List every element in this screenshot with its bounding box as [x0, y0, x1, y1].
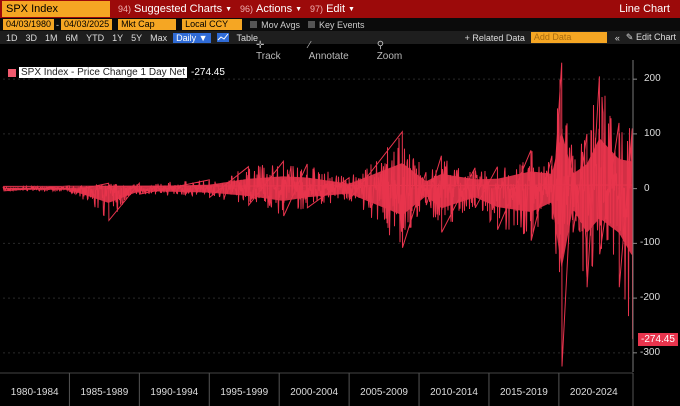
x-tick-label: 2020-2024	[569, 387, 618, 398]
x-tick-label: 1990-1994	[150, 387, 199, 398]
mov-avgs-label: Mov Avgs	[261, 19, 300, 30]
legend-value: -274.45	[190, 67, 225, 78]
suggested-charts-menu[interactable]: 94) Suggested Charts ▼	[118, 3, 232, 15]
series-line	[2, 62, 634, 367]
period-ytd[interactable]: YTD	[86, 33, 104, 43]
annotate-tool[interactable]: ⁄ Annotate	[309, 40, 363, 62]
edit-chart-button[interactable]: ✎ Edit Chart	[626, 32, 676, 43]
period-1y[interactable]: 1Y	[112, 33, 123, 43]
ticker-input[interactable]: SPX Index	[2, 1, 110, 17]
window-title: Line Chart	[619, 3, 670, 15]
period-max[interactable]: Max	[150, 33, 167, 43]
magnifier-icon: ⚲	[376, 40, 385, 51]
table-view-button[interactable]: Table	[237, 33, 259, 43]
settings-bar: 04/03/1980 - 04/03/2025 Mkt Cap Local CC…	[0, 18, 680, 31]
menu-label: Suggested Charts	[134, 3, 223, 15]
top-toolbar: SPX Index 94) Suggested Charts ▼ 96) Act…	[0, 0, 680, 18]
related-data-button[interactable]: + Related Data	[465, 33, 525, 43]
x-tick-label: 1980-1984	[10, 387, 59, 398]
line-chart-icon[interactable]	[216, 33, 229, 42]
x-tick-label: 1985-1989	[80, 387, 129, 398]
checkbox-icon	[307, 21, 315, 28]
caret-down-icon: ▼	[295, 5, 303, 13]
collapse-icon[interactable]: «	[615, 33, 620, 43]
x-tick-label: 1995-1999	[220, 387, 269, 398]
edit-menu[interactable]: 97) Edit ▼	[310, 3, 355, 15]
frequency-dropdown[interactable]: Daily ▼	[173, 32, 211, 43]
mov-avgs-toggle[interactable]: Mov Avgs	[250, 20, 300, 30]
chart-area[interactable]: 200 100 0 -100 -200 -300 -274.45 1980-1984 198…	[0, 60, 680, 406]
legend-swatch	[8, 68, 16, 77]
y-tick-label: 200	[644, 73, 661, 85]
menu-label: Edit	[326, 3, 346, 15]
pencil-icon: ✎	[625, 32, 636, 42]
mkt-cap-field[interactable]: Mkt Cap	[118, 19, 177, 30]
menu-number: 97)	[310, 4, 324, 14]
key-events-label: Key Events	[318, 19, 365, 30]
chart-tools: ✛ Track ⁄ Annotate ⚲ Zoom	[256, 40, 416, 62]
track-tool[interactable]: ✛ Track	[256, 40, 295, 62]
y-tick-label: -100	[640, 237, 661, 249]
start-date-field[interactable]: 04/03/1980	[3, 19, 55, 30]
period-3d[interactable]: 3D	[26, 33, 38, 43]
menu-number: 94)	[118, 4, 132, 14]
menu-number: 96)	[240, 4, 254, 14]
period-6m[interactable]: 6M	[66, 33, 79, 43]
period-1d[interactable]: 1D	[6, 33, 18, 43]
x-tick-label: 2015-2019	[500, 387, 548, 398]
menu-label: Actions	[256, 3, 293, 15]
crosshair-icon: ✛	[256, 40, 265, 51]
caret-down-icon: ▼	[348, 5, 355, 13]
checkbox-icon	[250, 21, 258, 28]
zoom-tool[interactable]: ⚲ Zoom	[377, 40, 417, 62]
date-separator: -	[56, 19, 60, 30]
x-tick-label: 2000-2004	[290, 387, 339, 398]
chart-svg	[0, 60, 637, 406]
y-tick-label: 0	[644, 182, 650, 194]
end-date-field[interactable]: 04/03/2025	[61, 19, 113, 30]
add-data-input[interactable]: Add Data	[530, 32, 607, 43]
legend-label: SPX Index - Price Change 1 Day Net	[19, 67, 187, 78]
x-tick-label: 2005-2009	[360, 387, 408, 398]
key-events-toggle[interactable]: Key Events	[307, 19, 365, 30]
legend: SPX Index - Price Change 1 Day Net -274.…	[8, 67, 225, 78]
pencil-icon: ⁄	[308, 40, 311, 51]
period-1m[interactable]: 1M	[45, 33, 58, 43]
currency-field[interactable]: Local CCY	[182, 19, 243, 30]
y-tick-label: 100	[644, 127, 661, 139]
x-tick-label: 2010-2014	[430, 387, 478, 398]
edit-chart-label: Edit Chart	[635, 32, 676, 42]
period-5y[interactable]: 5Y	[131, 33, 142, 43]
actions-menu[interactable]: 96) Actions ▼	[240, 3, 302, 15]
caret-down-icon: ▼	[225, 5, 233, 13]
last-value-tag: -274.45	[638, 332, 678, 346]
y-tick-label: -300	[640, 346, 661, 358]
y-tick-label: -200	[640, 292, 661, 304]
